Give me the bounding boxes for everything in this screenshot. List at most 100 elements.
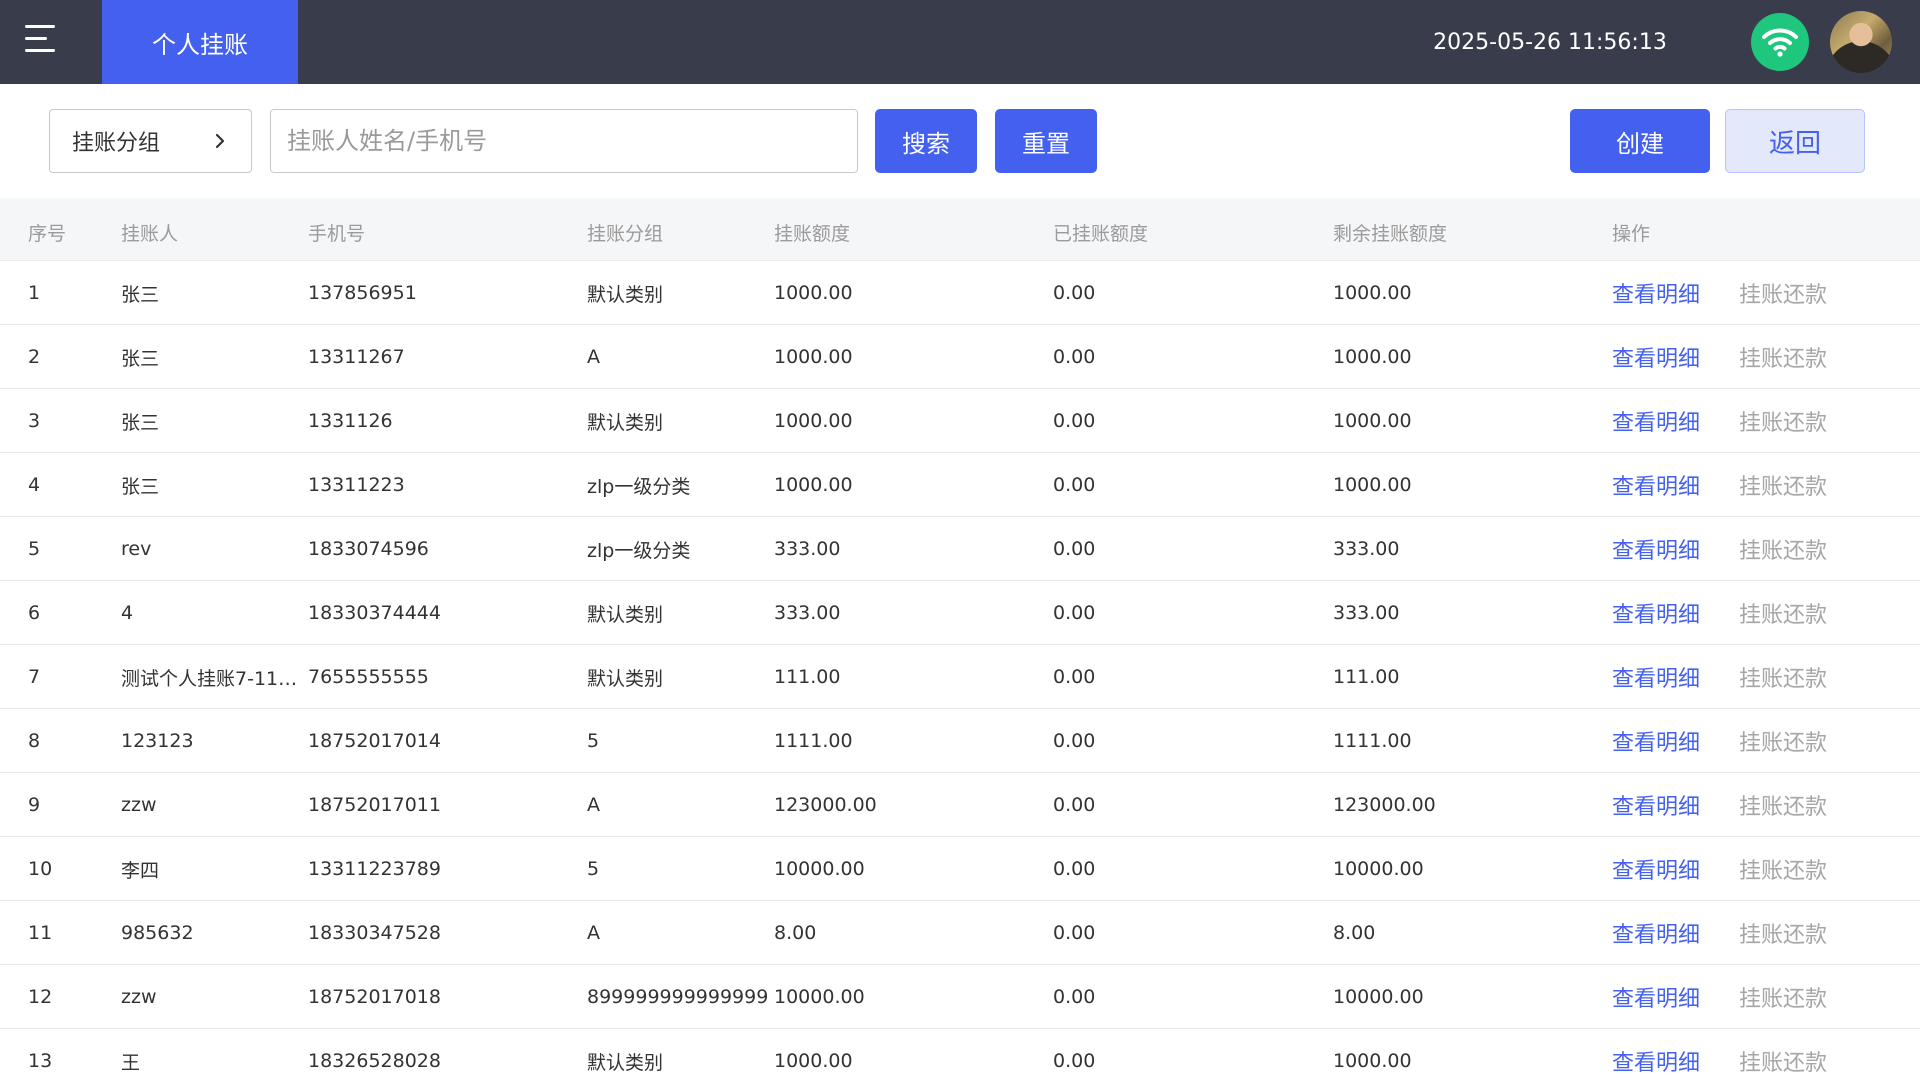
action-cell: 挂账还款: [1739, 709, 1849, 773]
table-row: 3 张三 1331126 默认类别 1000.00 0.00 1000.00 查看明细 挂账还款: [0, 389, 1920, 453]
row-index: 2: [28, 346, 41, 368]
view-details-link[interactable]: 查看明细: [1612, 405, 1700, 437]
table-row: 9 zzw 18752017011 A 123000.00 0.00 123000.00 查看…: [0, 773, 1920, 837]
row-account-holder: 测试个人挂账7-11…: [121, 667, 296, 690]
row-phone: 137856951: [308, 282, 417, 304]
row-account-holder: zzw: [121, 794, 157, 816]
row-group: A: [587, 794, 600, 816]
row-group: 默认类别: [587, 603, 664, 626]
repay-credit-link[interactable]: 挂账还款: [1739, 341, 1827, 373]
column-header: 剩余挂账额度: [1333, 223, 1448, 245]
row-index: 4: [28, 474, 41, 496]
menu-icon[interactable]: [0, 0, 82, 84]
back-button[interactable]: 返回: [1725, 109, 1865, 173]
repay-credit-link[interactable]: 挂账还款: [1739, 469, 1827, 501]
repay-credit-link[interactable]: 挂账还款: [1739, 597, 1827, 629]
row-account-holder: 张三: [121, 283, 160, 306]
repay-credit-link[interactable]: 挂账还款: [1739, 725, 1827, 757]
action-cell: 查看明细: [1612, 517, 1722, 581]
row-remaining-credit: 1000.00: [1333, 346, 1412, 368]
row-used-credit: 0.00: [1053, 986, 1096, 1008]
table-row: 1 张三 137856951 默认类别 1000.00 0.00 1000.00 查看明细 挂账…: [0, 261, 1920, 325]
view-details-link[interactable]: 查看明细: [1612, 341, 1700, 373]
view-details-link[interactable]: 查看明细: [1612, 981, 1700, 1013]
row-remaining-credit: 111.00: [1333, 666, 1400, 688]
action-cell: 挂账还款: [1739, 1029, 1849, 1080]
row-group: 默认类别: [587, 411, 664, 434]
create-button[interactable]: 创建: [1570, 109, 1710, 173]
row-credit-limit: 111.00: [774, 666, 841, 688]
row-used-credit: 0.00: [1053, 346, 1096, 368]
wifi-icon[interactable]: [1751, 13, 1809, 71]
tab-personal-credit[interactable]: 个人挂账: [102, 0, 298, 84]
column-header: 序号: [28, 223, 67, 245]
repay-credit-link[interactable]: 挂账还款: [1739, 277, 1827, 309]
row-used-credit: 0.00: [1053, 666, 1096, 688]
avatar[interactable]: [1830, 11, 1892, 73]
group-select[interactable]: 挂账分组: [49, 109, 252, 173]
row-used-credit: 0.00: [1053, 410, 1096, 432]
action-cell: 挂账还款: [1739, 901, 1849, 965]
row-credit-limit: 123000.00: [774, 794, 877, 816]
action-cell: 挂账还款: [1739, 517, 1849, 581]
row-account-holder: 张三: [121, 347, 160, 370]
row-account-holder: 123123: [121, 730, 194, 752]
action-cell: 查看明细: [1612, 261, 1722, 325]
view-details-link[interactable]: 查看明细: [1612, 789, 1700, 821]
view-details-link[interactable]: 查看明细: [1612, 277, 1700, 309]
repay-credit-link[interactable]: 挂账还款: [1739, 853, 1827, 885]
view-details-link[interactable]: 查看明细: [1612, 661, 1700, 693]
row-phone: 18752017014: [308, 730, 441, 752]
action-cell: 挂账还款: [1739, 645, 1849, 709]
search-input[interactable]: [270, 109, 858, 173]
table-header: 序号 挂账人 手机号 挂账分组 挂账额度 已挂账额度 剩余挂账额度 操作: [0, 198, 1920, 261]
table-row: 12 zzw 18752017018 899999999999999… 10000.00…: [0, 965, 1920, 1029]
repay-credit-link[interactable]: 挂账还款: [1739, 405, 1827, 437]
repay-credit-link[interactable]: 挂账还款: [1739, 789, 1827, 821]
row-used-credit: 0.00: [1053, 538, 1096, 560]
row-phone: 13311267: [308, 346, 405, 368]
view-details-link[interactable]: 查看明细: [1612, 1045, 1700, 1077]
view-details-link[interactable]: 查看明细: [1612, 469, 1700, 501]
group-select-label: 挂账分组: [72, 131, 161, 156]
row-group: 5: [587, 730, 600, 752]
action-cell: 查看明细: [1612, 645, 1722, 709]
view-details-link[interactable]: 查看明细: [1612, 597, 1700, 629]
row-credit-limit: 10000.00: [774, 858, 865, 880]
action-cell: 查看明细: [1612, 453, 1722, 517]
repay-credit-link[interactable]: 挂账还款: [1739, 917, 1827, 949]
credit-table: 序号 挂账人 手机号 挂账分组 挂账额度 已挂账额度 剩余挂账额度 操作 1 张三…: [0, 198, 1920, 1080]
repay-credit-link[interactable]: 挂账还款: [1739, 661, 1827, 693]
row-used-credit: 0.00: [1053, 858, 1096, 880]
action-cell: 查看明细: [1612, 837, 1722, 901]
action-cell: 查看明细: [1612, 1029, 1722, 1080]
row-remaining-credit: 10000.00: [1333, 858, 1424, 880]
table-row: 2 张三 13311267 A 1000.00 0.00 1000.00 查看明细 挂账还款: [0, 325, 1920, 389]
action-cell: 查看明细: [1612, 901, 1722, 965]
view-details-link[interactable]: 查看明细: [1612, 853, 1700, 885]
view-details-link[interactable]: 查看明细: [1612, 725, 1700, 757]
row-phone: 13311223: [308, 474, 405, 496]
column-header: 已挂账额度: [1053, 223, 1149, 245]
row-remaining-credit: 333.00: [1333, 602, 1400, 624]
row-credit-limit: 1000.00: [774, 474, 853, 496]
repay-credit-link[interactable]: 挂账还款: [1739, 1045, 1827, 1077]
row-credit-limit: 1000.00: [774, 282, 853, 304]
row-remaining-credit: 123000.00: [1333, 794, 1436, 816]
row-account-holder: zzw: [121, 986, 157, 1008]
row-credit-limit: 333.00: [774, 602, 841, 624]
column-header: 挂账额度: [774, 223, 851, 245]
table-row: 6 4 18330374444 默认类别 333.00 0.00 333.00 查看明细 挂账还…: [0, 581, 1920, 645]
action-cell: 查看明细: [1612, 581, 1722, 645]
chevron-right-icon: [215, 133, 225, 149]
search-button[interactable]: 搜索: [875, 109, 977, 173]
row-credit-limit: 1111.00: [774, 730, 853, 752]
view-details-link[interactable]: 查看明细: [1612, 533, 1700, 565]
top-bar: 个人挂账 2025-05-26 11:56:13: [0, 0, 1920, 84]
table-row: 5 rev 1833074596 zlp一级分类 333.00 0.00 333.00 查看明…: [0, 517, 1920, 581]
repay-credit-link[interactable]: 挂账还款: [1739, 533, 1827, 565]
table-body: 1 张三 137856951 默认类别 1000.00 0.00 1000.00 查看明细 挂账…: [0, 261, 1920, 1080]
repay-credit-link[interactable]: 挂账还款: [1739, 981, 1827, 1013]
view-details-link[interactable]: 查看明细: [1612, 917, 1700, 949]
reset-button[interactable]: 重置: [995, 109, 1097, 173]
